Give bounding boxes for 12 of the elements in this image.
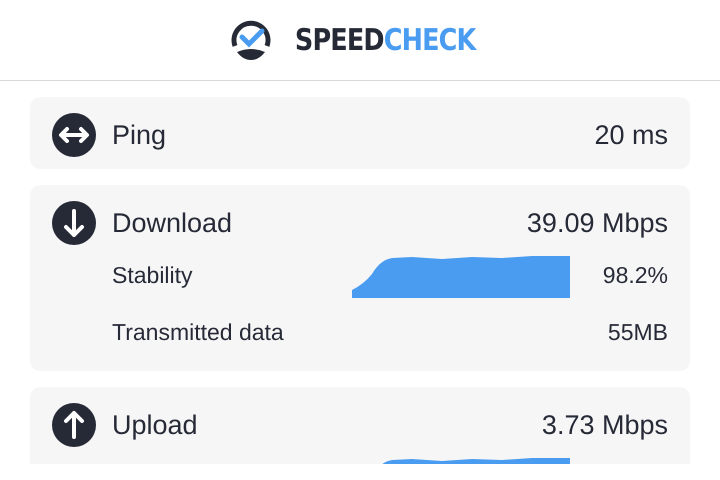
detail-value: 55MB — [606, 319, 668, 346]
metric-value: 20 ms — [594, 120, 668, 150]
speedometer-check-icon — [228, 20, 273, 60]
metric-label: Download — [112, 208, 234, 238]
metric-value: 3.73 Mbps — [542, 410, 668, 440]
metric-value: 39.09 Mbps — [526, 208, 668, 238]
metric-label: Ping — [112, 120, 168, 150]
detail-label: Transmitted data — [112, 319, 285, 346]
logo-text: SPEEDCHECK — [294, 22, 476, 58]
metric-label: Upload — [112, 410, 199, 440]
detail-label: Stability — [112, 262, 194, 289]
detail-value: 98.2% — [602, 262, 668, 289]
